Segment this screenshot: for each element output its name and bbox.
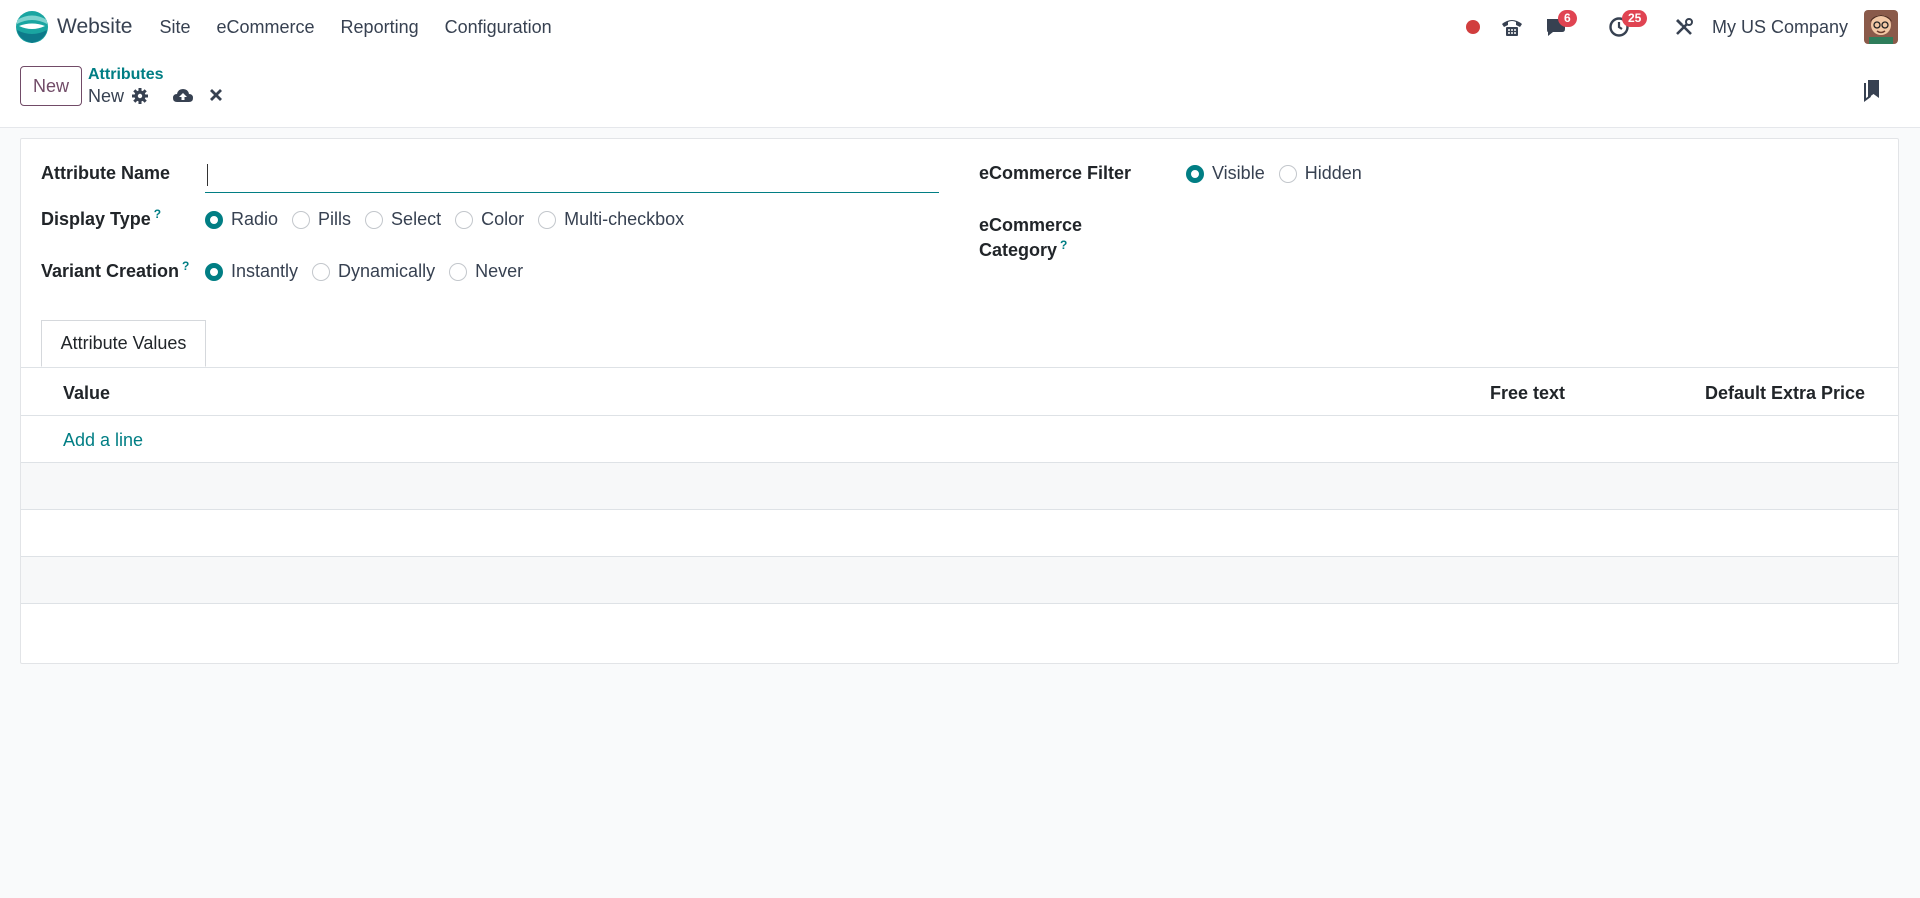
tab-divider	[21, 367, 1898, 368]
breadcrumb-attributes[interactable]: Attributes	[88, 66, 164, 84]
app-brand[interactable]: Website	[15, 10, 132, 44]
variant-creation-option-instantly[interactable]: Instantly	[205, 261, 298, 282]
discard-close-icon[interactable]	[208, 87, 224, 103]
variant-creation-help-icon[interactable]: ?	[182, 259, 189, 273]
radio-unchecked-icon	[538, 210, 557, 229]
ecommerce-category-label-line2: Category?	[979, 238, 1067, 261]
column-header-value[interactable]: Value	[63, 383, 110, 404]
save-cloud-icon[interactable]	[172, 87, 194, 105]
ecommerce-category-label-text: Category	[979, 240, 1058, 260]
main-menu: Site eCommerce Reporting Configuration	[146, 17, 564, 38]
messages-icon[interactable]: 6	[1544, 10, 1577, 38]
table-row-divider	[21, 509, 1898, 510]
record-title: New	[88, 86, 125, 106]
radio-unchecked-icon	[1278, 164, 1297, 183]
new-button[interactable]: New	[20, 66, 82, 106]
radio-checked-icon	[1186, 164, 1204, 183]
attribute-name-label: Attribute Name	[41, 163, 171, 183]
display-type-label: Display Type?	[41, 207, 161, 230]
recording-dot-icon[interactable]	[1465, 20, 1480, 34]
variant-creation-label-text: Variant Creation	[41, 261, 180, 281]
radio-unchecked-icon	[312, 262, 331, 281]
menu-item-site[interactable]: Site	[146, 17, 203, 38]
company-switcher[interactable]: My US Company	[1712, 17, 1848, 38]
column-header-default-extra-price[interactable]: Default Extra Price	[1705, 383, 1865, 404]
display-type-option-select[interactable]: Select	[365, 209, 441, 230]
display-type-option-multi-checkbox[interactable]: Multi-checkbox	[538, 209, 684, 230]
table-row-divider	[21, 603, 1898, 604]
control-panel: New Attributes New	[0, 54, 1920, 128]
table-row	[21, 463, 1898, 509]
form-sheet: Attribute Name Display Type? Radio Pills…	[20, 138, 1899, 664]
app-name: Website	[57, 15, 133, 38]
add-a-line-link[interactable]: Add a line	[63, 430, 143, 451]
variant-creation-option-dynamically[interactable]: Dynamically	[312, 261, 435, 282]
user-avatar[interactable]	[1864, 10, 1898, 44]
systray: 6 25 My US Company	[1465, 0, 1920, 54]
activities-badge: 25	[1621, 10, 1648, 27]
ecommerce-filter-option-visible[interactable]: Visible	[1186, 163, 1265, 184]
attribute-name-input[interactable]	[205, 161, 939, 193]
phone-icon[interactable]	[1500, 16, 1524, 38]
variant-creation-option-never[interactable]: Never	[449, 261, 523, 282]
bookmark-icon[interactable]	[1862, 78, 1882, 107]
menu-item-ecommerce[interactable]: eCommerce	[204, 17, 328, 38]
activities-clock-icon[interactable]: 25	[1608, 10, 1648, 38]
display-type-radio-group: Radio Pills Select Color Multi-checkbox	[205, 209, 698, 230]
tab-attribute-values[interactable]: Attribute Values	[41, 320, 206, 367]
gear-icon[interactable]	[131, 87, 149, 105]
display-type-help-icon[interactable]: ?	[154, 207, 161, 221]
ecommerce-filter-radio-group: Visible Hidden	[1186, 163, 1376, 184]
radio-unchecked-icon	[292, 210, 311, 229]
radio-unchecked-icon	[365, 210, 384, 229]
top-navbar: Website Site eCommerce Reporting Configu…	[0, 0, 1920, 54]
menu-item-configuration[interactable]: Configuration	[432, 17, 565, 38]
radio-unchecked-icon	[449, 262, 468, 281]
radio-checked-icon	[205, 262, 223, 281]
variant-creation-radio-group: Instantly Dynamically Never	[205, 261, 537, 282]
column-header-free-text[interactable]: Free text	[1490, 383, 1565, 404]
tools-icon[interactable]	[1674, 17, 1694, 37]
messages-badge: 6	[1557, 10, 1577, 27]
ecommerce-category-label-line1: eCommerce	[979, 215, 1083, 235]
ecommerce-filter-label: eCommerce Filter	[979, 163, 1132, 183]
display-type-option-color[interactable]: Color	[455, 209, 524, 230]
website-app-icon	[16, 11, 48, 43]
display-type-option-pills[interactable]: Pills	[292, 209, 351, 230]
text-caret	[207, 164, 208, 186]
ecommerce-filter-option-hidden[interactable]: Hidden	[1278, 163, 1362, 184]
table-header-divider	[21, 415, 1898, 416]
display-type-label-text: Display Type	[41, 209, 151, 229]
table-row	[21, 557, 1898, 603]
radio-unchecked-icon	[455, 210, 474, 229]
display-type-option-radio[interactable]: Radio	[205, 209, 278, 230]
variant-creation-label: Variant Creation?	[41, 259, 189, 282]
ecommerce-category-help-icon[interactable]: ?	[1060, 238, 1067, 252]
menu-item-reporting[interactable]: Reporting	[328, 17, 432, 38]
radio-checked-icon	[205, 210, 223, 229]
